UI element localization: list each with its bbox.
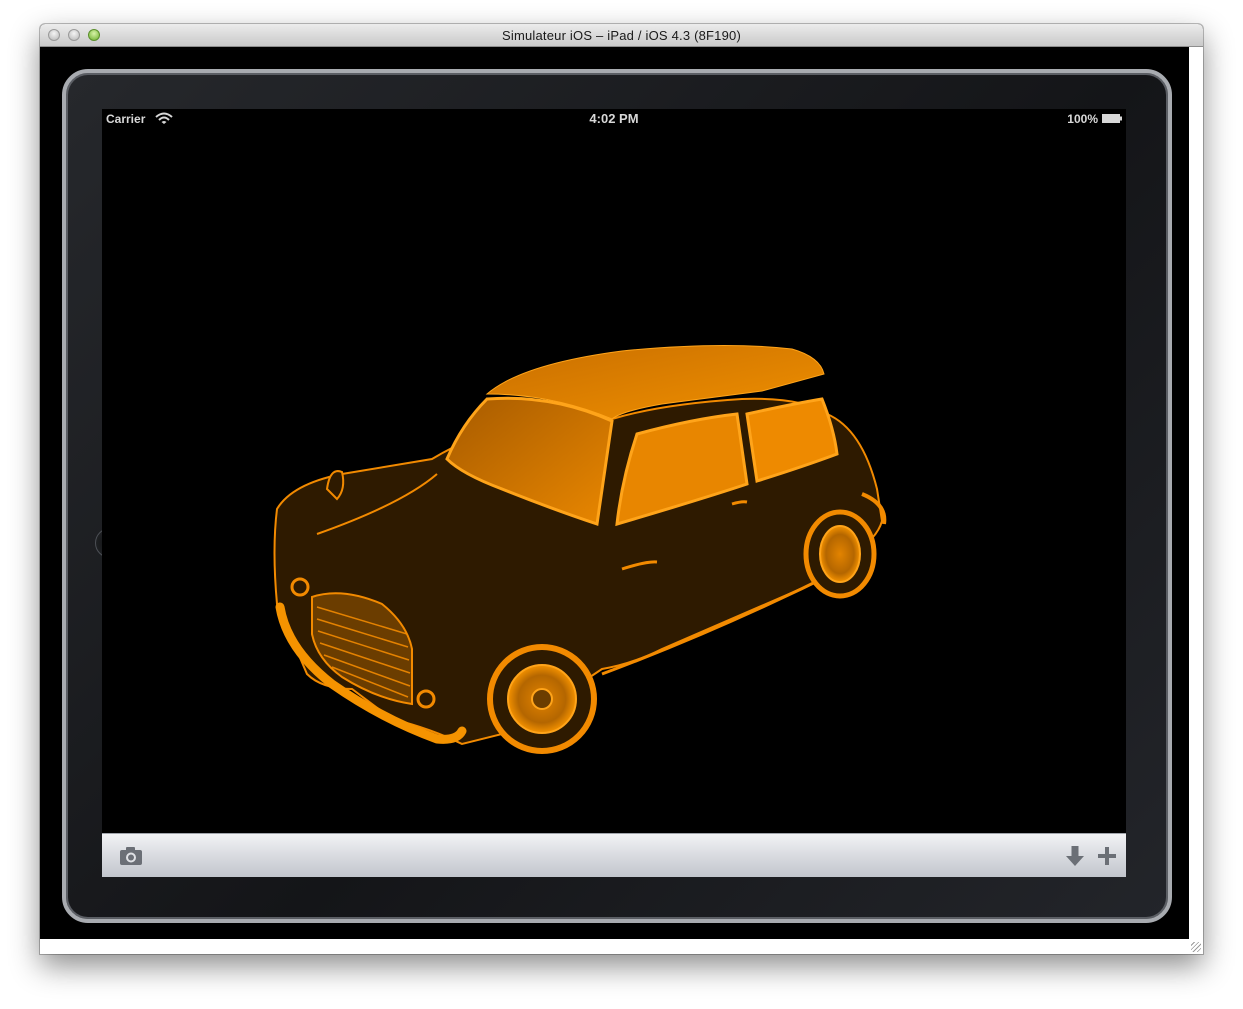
car-headlight-right — [416, 689, 436, 709]
car-front-wheel — [487, 644, 597, 754]
status-time: 4:02 PM — [589, 111, 639, 126]
title-bar[interactable]: Simulateur iOS – iPad / iOS 4.3 (8F190) — [40, 24, 1203, 47]
car-model[interactable] — [102, 129, 1126, 833]
plus-icon — [1098, 847, 1116, 865]
status-bar: Carrier 4:02 PM 100% — [102, 109, 1126, 129]
battery-icon — [1102, 114, 1122, 123]
window-title: Simulateur iOS – iPad / iOS 4.3 (8F190) — [501, 28, 741, 43]
add-button[interactable] — [1094, 843, 1120, 869]
simulator-window: Simulateur iOS – iPad / iOS 4.3 (8F190) … — [40, 24, 1203, 954]
window-right-margin — [1189, 47, 1203, 939]
arrow-down-icon — [1066, 846, 1084, 866]
battery-percentage: 100% — [1067, 112, 1098, 126]
ipad-screen: Carrier 4:02 PM 100% — [102, 109, 1126, 877]
car-headlight-left — [290, 577, 310, 597]
download-button[interactable] — [1062, 843, 1088, 869]
resize-grip-icon[interactable] — [1191, 942, 1201, 952]
3d-model-view[interactable] — [102, 129, 1126, 833]
car-rear-wheel — [803, 509, 877, 599]
camera-icon — [120, 847, 142, 865]
window-bottom-margin — [40, 939, 1203, 954]
camera-button[interactable] — [118, 843, 144, 869]
bottom-toolbar — [102, 833, 1126, 877]
